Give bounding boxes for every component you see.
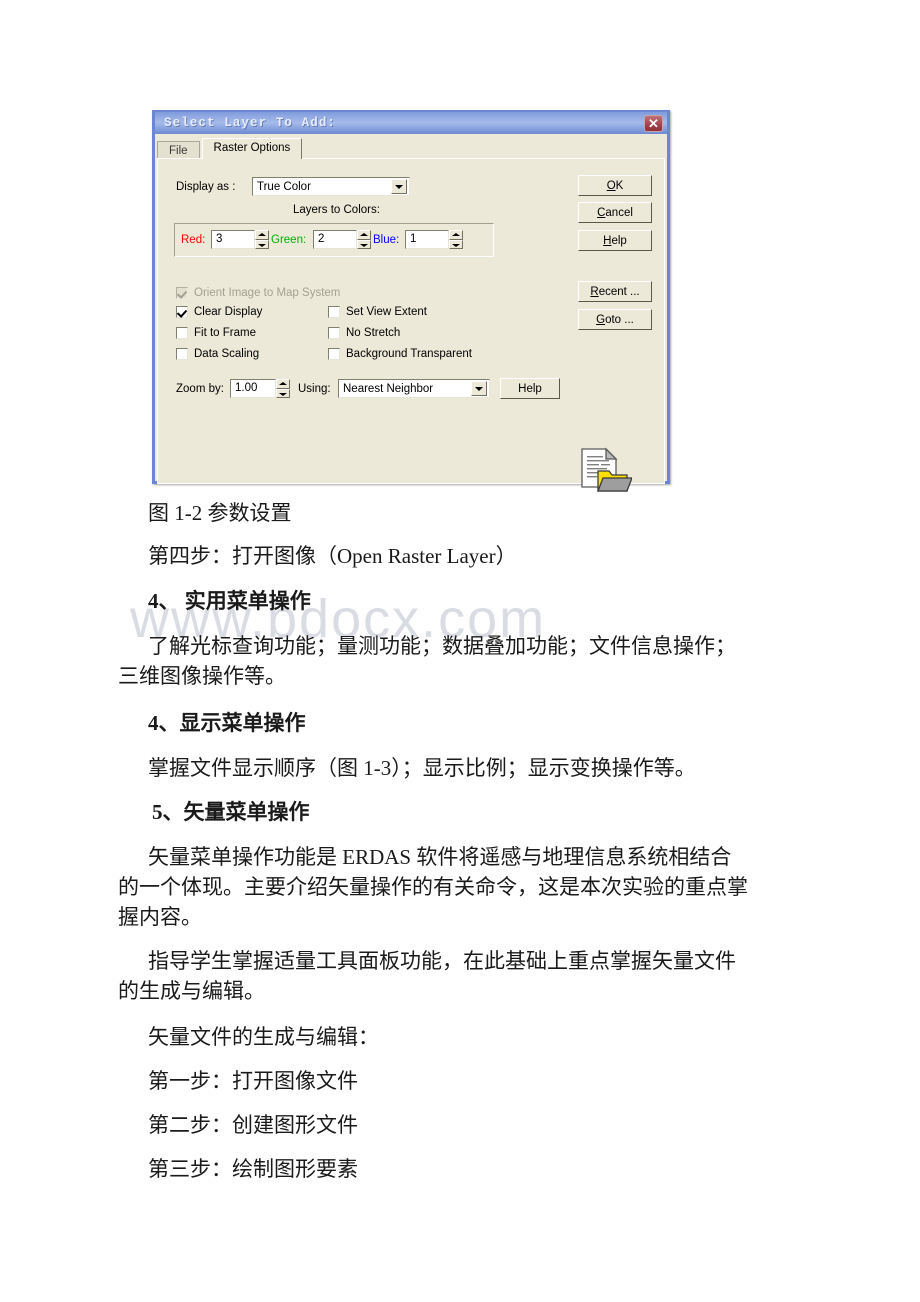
checkbox-box[interactable] [176,348,188,360]
display-as-label: Display as : [176,180,236,193]
select-layer-to-add-dialog: Select Layer To Add: ✕ File Raster Optio… [152,110,670,492]
doc-line-guide-body-1: 指导学生掌握适量工具面板功能，在此基础上重点掌握矢量文件 [148,949,736,973]
doc-line-step-four: 第四步：打开图像（Open Raster Layer） [148,544,517,568]
goto-button-accel: G [596,313,606,326]
red-channel-input[interactable]: 3 [211,230,255,249]
display-as-select[interactable]: True Color [252,177,410,196]
chevron-down-icon[interactable] [471,381,487,396]
doc-line-display-body: 掌握文件显示顺序（图 1-3）；显示比例；显示变换操作等。 [148,756,696,780]
goto-button-label: oto ... [605,313,634,326]
green-channel-input[interactable]: 2 [313,230,357,249]
layers-to-colors-group: Red: 3 Green: 2 Blue: 1 [174,223,494,257]
doc-line-figure-caption: 图 1-2 参数设置 [148,501,292,525]
help-button[interactable]: Help [578,230,652,251]
ok-button-accel: O [606,179,616,192]
red-channel-row: Red: 3 Green: 2 Blue: 1 [181,230,463,249]
layers-to-colors-label: Layers to Colors: [293,204,380,216]
checkbox-label: No Stretch [346,327,401,339]
using-select[interactable]: Nearest Neighbor [338,379,490,398]
checkbox-no-stretch[interactable]: No Stretch [328,327,400,339]
checkbox-set-view-extent[interactable]: Set View Extent [328,306,427,318]
checkbox-clear-display[interactable]: Clear Display [176,306,262,318]
tab-file[interactable]: File [157,141,200,159]
dialog-titlebar: Select Layer To Add: ✕ [155,110,667,134]
checkbox-data-scaling[interactable]: Data Scaling [176,348,259,360]
doc-line-utility-body-2: 三维图像操作等。 [118,664,286,688]
doc-line-guide-body-2: 的生成与编辑。 [118,979,265,1003]
zoom-by-stepper[interactable] [276,379,290,398]
checkbox-label: Clear Display [194,306,263,318]
using-value: Nearest Neighbor [343,382,434,395]
checkbox-label: Set View Extent [346,306,427,318]
doc-heading-4-utility: 4、 实用菜单操作 [148,589,311,613]
doc-line-vector-create: 矢量文件的生成与编辑： [148,1025,379,1049]
green-channel-stepper[interactable] [357,230,371,249]
ok-button[interactable]: OK [578,175,652,196]
help-button-label: elp [611,234,627,247]
zoom-by-row: Zoom by: 1.00 Using: Nearest Neighbor He… [176,378,560,399]
tabstrip: File Raster Options [157,136,665,159]
red-channel-label: Red: [181,233,206,246]
doc-line-step-two: 第二步：创建图形文件 [148,1113,358,1137]
blue-channel-label: Blue: [373,233,400,246]
doc-line-vector-body-1: 矢量菜单操作功能是 ERDAS 软件将遥感与地理信息系统相结合 [148,845,732,869]
checkbox-label: Background Transparent [346,348,472,360]
resample-help-button[interactable]: Help [500,378,560,399]
display-as-value: True Color [257,180,311,193]
green-channel-label: Green: [271,233,307,246]
doc-line-utility-body-1: 了解光标查询功能；量测功能；数据叠加功能；文件信息操作； [148,634,736,658]
cancel-button-label: ancel [605,206,633,219]
cancel-button[interactable]: Cancel [578,202,652,223]
doc-line-step-one: 第一步：打开图像文件 [148,1069,358,1093]
checkbox-label: Orient Image to Map System [194,287,341,299]
document-folder-icon [576,447,633,495]
doc-line-step-three: 第三步：绘制图形要素 [148,1157,358,1181]
checkbox-box[interactable] [328,327,340,339]
dialog-title: Select Layer To Add: [164,116,337,130]
checkbox-fit-to-frame[interactable]: Fit to Frame [176,327,256,339]
ok-button-label: K [615,179,624,192]
display-as-row: Display as : True Color [176,177,410,196]
checkbox-box[interactable] [176,327,188,339]
red-channel-stepper[interactable] [255,230,269,249]
checkbox-box[interactable] [176,287,188,299]
doc-heading-5-vector: 5、矢量菜单操作 [152,800,310,824]
checkbox-label: Data Scaling [194,348,260,360]
checkbox-label: Fit to Frame [194,327,256,339]
goto-button[interactable]: Goto ... [578,309,652,330]
checkbox-orient-image-to-map-system[interactable]: Orient Image to Map System [176,287,340,299]
blue-channel-input[interactable]: 1 [405,230,449,249]
chevron-down-icon[interactable] [391,179,407,194]
checkbox-box[interactable] [328,306,340,318]
raster-options-panel: Display as : True Color Layers to Colors… [157,159,665,492]
doc-heading-4-display: 4、显示菜单操作 [148,711,306,735]
doc-line-vector-body-2: 的一个体现。主要介绍矢量操作的有关命令，这是本次实验的重点掌 [118,875,748,899]
checkbox-box[interactable] [176,306,188,318]
tabstrip-filler [304,140,665,159]
checkbox-background-transparent[interactable]: Background Transparent [328,348,472,360]
recent-button-label: ecent ... [598,285,640,298]
tab-raster-options[interactable]: Raster Options [201,138,303,159]
checkbox-box[interactable] [328,348,340,360]
doc-line-vector-body-3: 握内容。 [118,905,202,929]
using-label: Using: [298,382,331,395]
zoom-by-label: Zoom by: [176,382,224,395]
close-icon[interactable]: ✕ [644,115,663,132]
recent-button[interactable]: Recent ... [578,281,652,302]
recent-button-accel: R [590,285,599,298]
layers-to-colors-label-row: Layers to Colors: [293,204,380,216]
zoom-by-input[interactable]: 1.00 [230,379,276,398]
blue-channel-stepper[interactable] [449,230,463,249]
